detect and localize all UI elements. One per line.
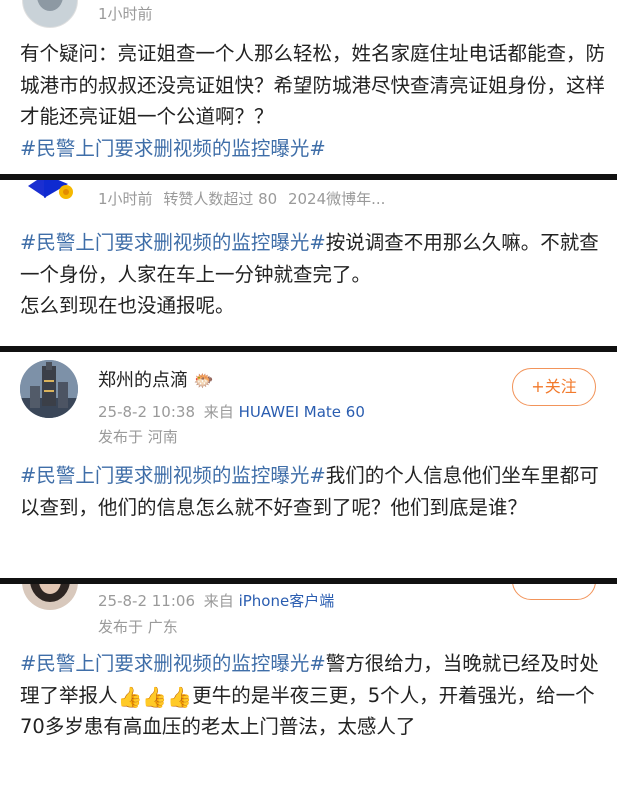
avatar-image [28,180,73,199]
hashtag-link[interactable]: #民警上门要求删视频的监控曝光# [20,652,326,675]
post-text: #民警上门要求删视频的监控曝光#按说调查不用那么久嘛。不就查一个身份，人家在车上… [20,227,605,322]
post-content-2: 怎么到现在也没通报呢。 [20,294,235,317]
post-location: 发布于 广东 [98,618,178,636]
username[interactable]: 郑州的点滴 🐡 [98,366,214,392]
follow-button[interactable]: +关注 [512,368,596,406]
thumbs-up-icon: 👍👍👍 [117,684,193,709]
device-link[interactable]: iPhone客户端 [239,592,335,610]
avatar[interactable] [24,180,76,208]
follow-button[interactable] [512,584,596,600]
hashtag-link[interactable]: #民警上门要求删视频的监控曝光# [20,464,326,487]
post-time: 25-8-2 10:38 [98,403,195,421]
device-link[interactable]: HUAWEI Mate 60 [239,403,365,421]
post-time: 1小时前 [98,190,153,208]
post-meta: 25-8-2 11:06 来自 iPhone客户端 [98,590,334,611]
post-1: 1小时前 有个疑问：亮证姐查一个人那么轻松，姓名家庭住址电话都能查，防城港市的叔… [0,0,617,180]
avatar[interactable] [20,360,78,418]
post-location: 发布于 河南 [98,428,178,446]
post-text: 有个疑问：亮证姐查一个人那么轻松，姓名家庭住址电话都能查，防城港市的叔叔还没亮证… [20,38,605,164]
post-meta: 1小时前 转赞人数超过 80 2024微博年... [98,188,385,209]
post-content: 有个疑问：亮证姐查一个人那么轻松，姓名家庭住址电话都能查，防城港市的叔叔还没亮证… [20,42,606,128]
member-badge: 2024微博年... [287,190,386,208]
hashtag-link[interactable]: #民警上门要求删视频的监控曝光# [20,231,326,254]
emoji-icon: 🐡 [193,371,214,390]
post-text: #民警上门要求删视频的监控曝光#我们的个人信息他们坐车里都可以查到，他们的信息怎… [20,460,605,523]
hashtag-link[interactable]: #民警上门要求删视频的监控曝光# [20,137,326,160]
post-meta: 25-8-2 10:38 来自 HUAWEI Mate 60 [98,401,365,422]
post-time: 25-8-2 11:06 [98,592,195,610]
username-text: 郑州的点滴 [98,370,188,391]
post-2: 1小时前 转赞人数超过 80 2024微博年... #民警上门要求删视频的监控曝… [0,180,617,346]
avatar[interactable] [22,584,78,610]
source-label: 来自 [203,592,234,610]
post-3: 郑州的点滴 🐡 +关注 25-8-2 10:38 来自 HUAWEI Mate … [0,352,617,578]
repost-count: 转赞人数超过 80 [163,190,278,208]
avatar-image [20,360,78,418]
source-label: 来自 [203,403,234,421]
post-time: 1小时前 [98,5,153,23]
avatar[interactable] [22,0,78,28]
post-4: 25-8-2 11:06 来自 iPhone客户端 发布于 广东 #民警上门要求… [0,584,617,800]
post-text: #民警上门要求删视频的监控曝光#警方很给力，当晚就已经及时处理了举报人👍👍👍更牛… [20,648,605,743]
